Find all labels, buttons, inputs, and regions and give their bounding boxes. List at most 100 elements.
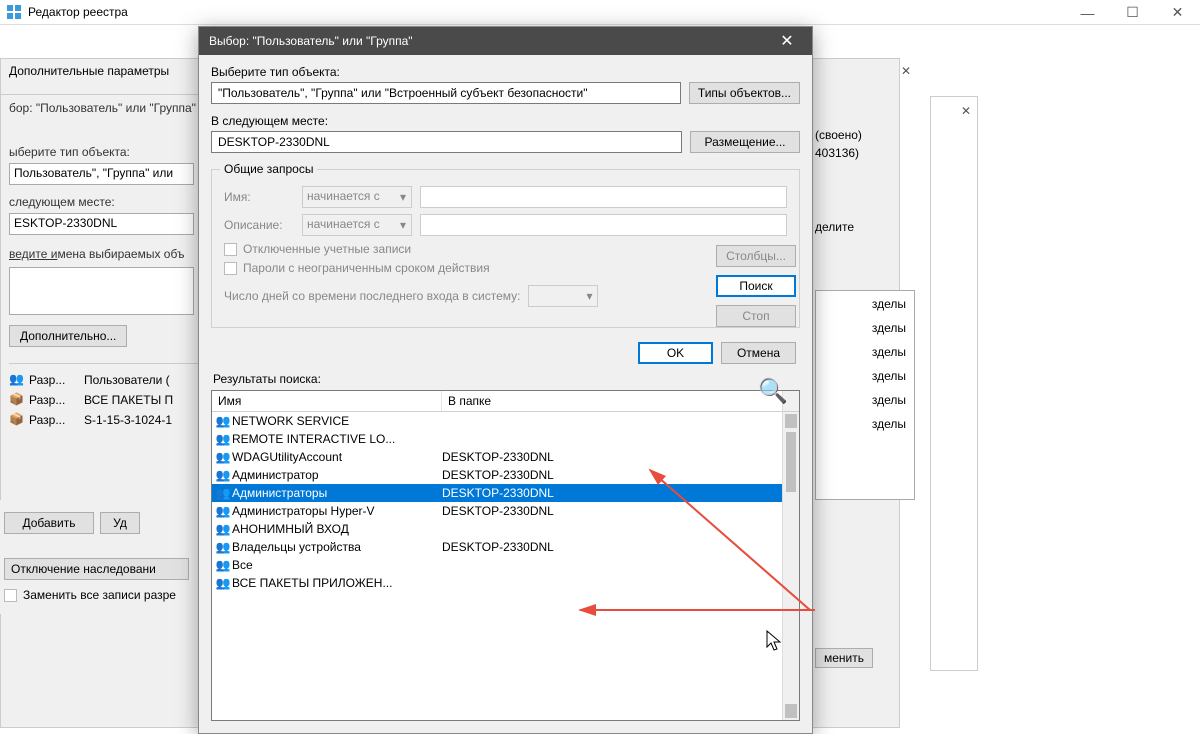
group-icon: 👥	[214, 540, 232, 554]
minimize-button[interactable]: —	[1065, 0, 1110, 25]
desc-condition-select: начинается с	[302, 214, 412, 236]
frag-item: зделы	[820, 345, 910, 359]
nonexpiring-pw-checkbox	[224, 262, 237, 275]
result-name: ВСЕ ПАКЕТЫ ПРИЛОЖЕН...	[232, 576, 442, 590]
results-body[interactable]: 👥NETWORK SERVICE👥REMOTE INTERACTIVE LO..…	[212, 412, 782, 720]
dialog-title: Выбор: "Пользователь" или "Группа"	[209, 34, 413, 48]
result-row[interactable]: 👥АдминистраторDESKTOP-2330DNL	[212, 466, 782, 484]
columns-button[interactable]: Столбцы...	[716, 245, 796, 267]
name-condition-select: начинается с	[302, 186, 412, 208]
bg-remove-button[interactable]: Уд	[100, 512, 140, 534]
bg-add-button[interactable]: Добавить	[4, 512, 94, 534]
desc-input	[420, 214, 787, 236]
location-input[interactable]: DESKTOP-2330DNL	[211, 131, 682, 153]
col-header-name[interactable]: Имя	[212, 391, 442, 411]
bg-window-edge	[930, 96, 978, 671]
bg-type-input[interactable]: Пользователь", "Группа" или	[9, 163, 194, 185]
frag-item: зделы	[820, 297, 910, 311]
days-select	[528, 285, 598, 307]
result-row[interactable]: 👥NETWORK SERVICE	[212, 412, 782, 430]
col-header-folder[interactable]: В папке	[442, 391, 782, 411]
bg-close-x-2[interactable]: ✕	[955, 100, 977, 122]
select-user-group-dialog: Выбор: "Пользователь" или "Группа" ✕ Выб…	[198, 26, 813, 734]
result-name: Администратор	[232, 468, 442, 482]
result-row[interactable]: 👥REMOTE INTERACTIVE LO...	[212, 430, 782, 448]
result-name: Администраторы Hyper-V	[232, 504, 442, 518]
replace-all-checkbox[interactable]	[4, 589, 17, 602]
label-days: Число дней со времени последнего входа в…	[224, 289, 520, 303]
result-row[interactable]: 👥Администраторы Hyper-VDESKTOP-2330DNL	[212, 502, 782, 520]
result-name: Владельцы устройства	[232, 540, 442, 554]
bg-lower-controls: Добавить Уд Отключение наследовани Замен…	[0, 500, 200, 614]
result-folder: DESKTOP-2330DNL	[442, 504, 780, 518]
group-icon: 👥	[214, 414, 232, 428]
frag-item: зделы	[820, 369, 910, 383]
bg-close-x[interactable]: ✕	[895, 60, 917, 82]
results-listbox: Имя В папке 👥NETWORK SERVICE👥REMOTE INTE…	[211, 390, 800, 721]
close-button[interactable]: ✕	[1155, 0, 1200, 25]
scroll-thumb[interactable]	[786, 432, 796, 492]
group-icon: 👥	[214, 432, 232, 446]
common-queries-groupbox: Общие запросы Имя: начинается с Описание…	[211, 169, 800, 328]
location-button[interactable]: Размещение...	[690, 131, 800, 153]
maximize-button[interactable]: ☐	[1110, 0, 1155, 25]
groupbox-title: Общие запросы	[220, 162, 317, 176]
user-icon: 👥	[9, 372, 25, 388]
scroll-down-icon[interactable]	[785, 704, 797, 718]
label-results: Результаты поиска:	[199, 372, 812, 390]
bg-additional-button[interactable]: Дополнительно...	[9, 325, 127, 347]
group-icon: 👥	[214, 576, 232, 590]
main-window-titlebar: Редактор реестра — ☐ ✕	[0, 0, 1200, 25]
label-select-type: Выберите тип объекта:	[211, 65, 800, 79]
label-desc: Описание:	[224, 218, 294, 232]
search-button[interactable]: Поиск	[716, 275, 796, 297]
package-icon: 📦	[9, 412, 25, 428]
object-types-button[interactable]: Типы объектов...	[689, 82, 800, 104]
disabled-accounts-checkbox	[224, 243, 237, 256]
result-folder: DESKTOP-2330DNL	[442, 486, 780, 500]
bg-disable-inherit-button[interactable]: Отключение наследовани	[4, 558, 189, 580]
object-type-input[interactable]: "Пользователь", "Группа" или "Встроенный…	[211, 82, 681, 104]
cursor-icon	[766, 630, 784, 657]
stop-button[interactable]: Стоп	[716, 305, 796, 327]
frag-line1: (своено)	[815, 128, 862, 142]
results-header: Имя В папке	[212, 391, 799, 412]
name-input	[420, 186, 787, 208]
package-icon: 📦	[9, 392, 25, 408]
cancel-button[interactable]: Отмена	[721, 342, 796, 364]
bg-names-input[interactable]	[9, 267, 194, 315]
magnifier-icon: 🔍	[758, 377, 788, 406]
replace-all-label: Заменить все записи разре	[23, 588, 176, 602]
result-name: АНОНИМНЫЙ ВХОД	[232, 522, 442, 536]
regedit-icon	[6, 4, 22, 20]
nonexpiring-pw-label: Пароли с неограниченным сроком действия	[243, 261, 490, 275]
scrollbar-vertical[interactable]	[782, 412, 799, 720]
result-folder: DESKTOP-2330DNL	[442, 450, 780, 464]
label-location: В следующем месте:	[211, 114, 800, 128]
frag-line3: делите	[815, 220, 862, 234]
result-name: Администраторы	[232, 486, 442, 500]
result-row[interactable]: 👥АдминистраторыDESKTOP-2330DNL	[212, 484, 782, 502]
dialog-close-button[interactable]: ✕	[772, 31, 802, 51]
frag-line2: 403136)	[815, 146, 862, 160]
frag-item: зделы	[820, 417, 910, 431]
frag-item: зделы	[820, 321, 910, 335]
result-row[interactable]: 👥ВСЕ ПАКЕТЫ ПРИЛОЖЕН...	[212, 574, 782, 592]
group-icon: 👥	[214, 558, 232, 572]
result-folder: DESKTOP-2330DNL	[442, 540, 780, 554]
result-row[interactable]: 👥Все	[212, 556, 782, 574]
group-icon: 👥	[214, 504, 232, 518]
bg-loc-input[interactable]: ESKTOP-2330DNL	[9, 213, 194, 235]
right-panel-fragments: (своено) 403136) делите	[815, 100, 862, 238]
result-row[interactable]: 👥АНОНИМНЫЙ ВХОД	[212, 520, 782, 538]
dialog-titlebar[interactable]: Выбор: "Пользователь" или "Группа" ✕	[199, 27, 812, 55]
result-name: NETWORK SERVICE	[232, 414, 442, 428]
result-name: WDAGUtilityAccount	[232, 450, 442, 464]
group-icon: 👥	[214, 486, 232, 500]
result-row[interactable]: 👥Владельцы устройстваDESKTOP-2330DNL	[212, 538, 782, 556]
result-row[interactable]: 👥WDAGUtilityAccountDESKTOP-2330DNL	[212, 448, 782, 466]
apply-button-fragment[interactable]: менить	[815, 648, 873, 668]
right-panel-listbox: зделы зделы зделы зделы зделы зделы	[815, 290, 915, 500]
scroll-up-icon[interactable]	[785, 414, 797, 428]
ok-button[interactable]: OK	[638, 342, 713, 364]
